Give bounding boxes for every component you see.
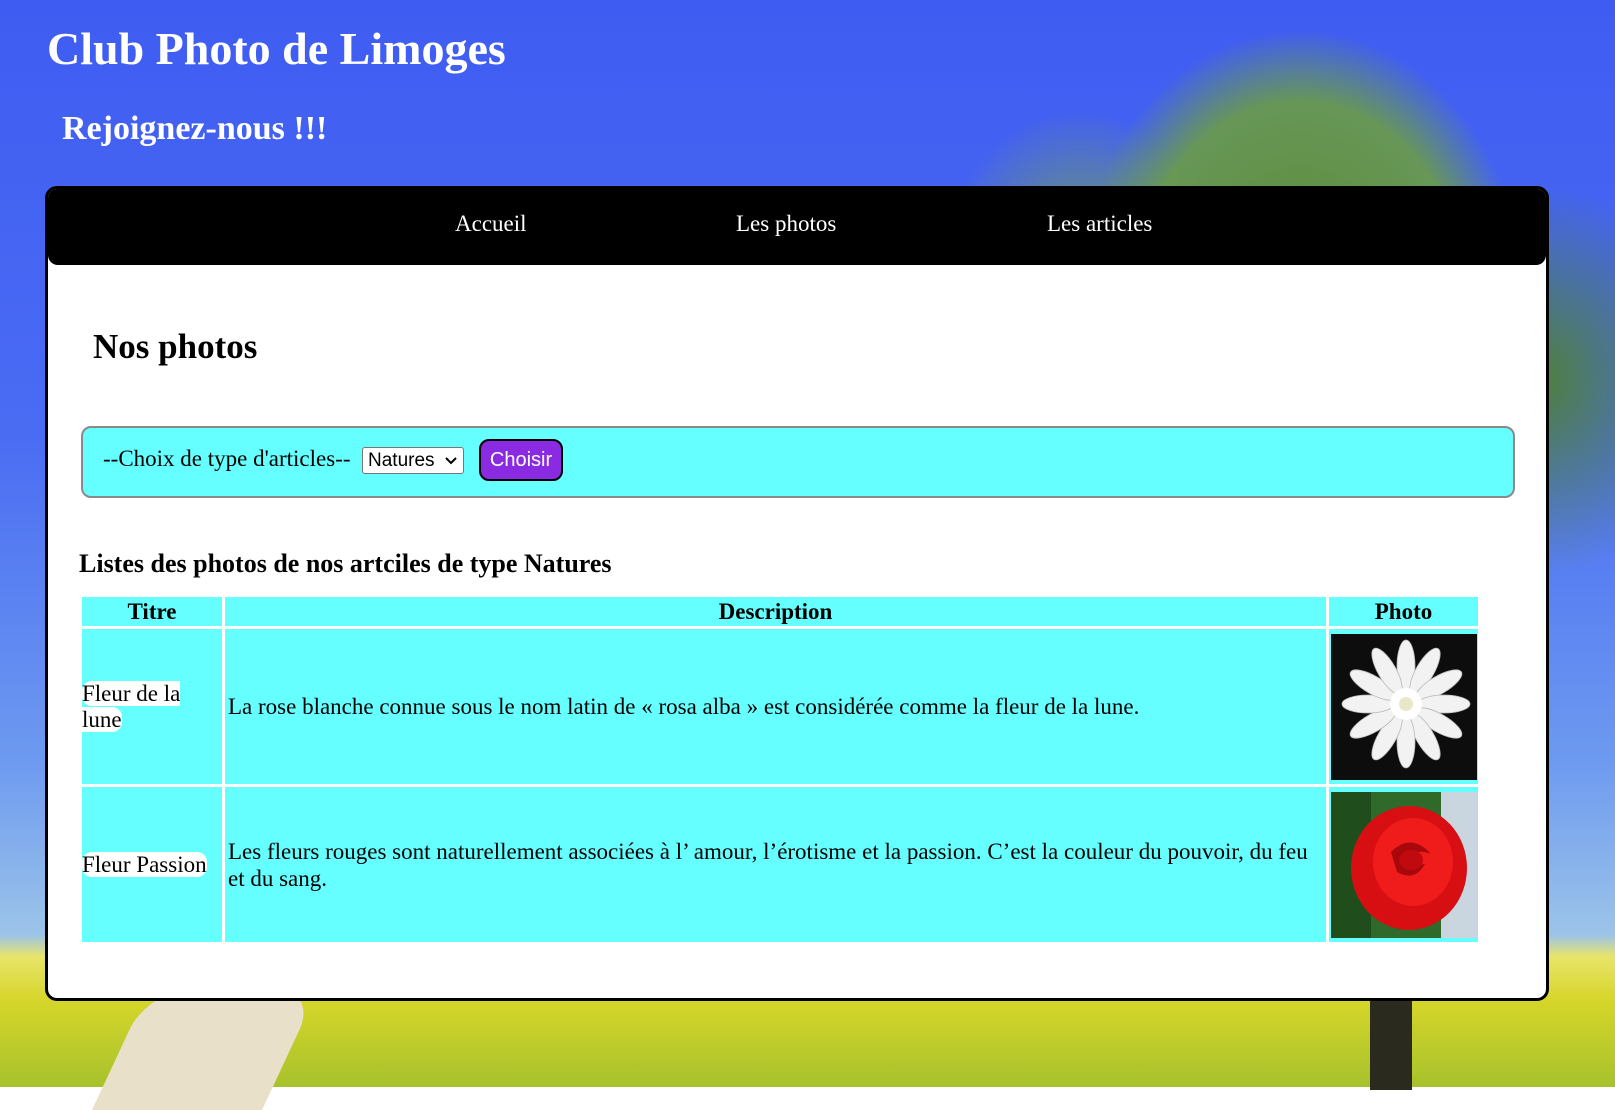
column-header-description: Description: [225, 597, 1326, 626]
row-title-cell: Fleur de la lune: [82, 629, 222, 784]
site-subtitle: Rejoignez-nous !!!: [62, 110, 328, 147]
main-panel: Accueil Les photos Les articles Nos phot…: [45, 186, 1549, 1001]
row-title: Fleur de la lune: [82, 680, 181, 732]
choose-button[interactable]: Choisir: [479, 439, 563, 481]
photos-table: Titre Description Photo Fleur de la lune…: [79, 594, 1481, 945]
row-description: La rose blanche connue sous le nom latin…: [225, 629, 1326, 784]
site-title: Club Photo de Limoges: [47, 23, 506, 74]
filter-label: --Choix de type d'articles--: [103, 446, 351, 471]
row-photo-cell: [1329, 629, 1478, 784]
type-select[interactable]: Natures: [362, 447, 464, 474]
nav-accueil[interactable]: Accueil: [455, 211, 527, 237]
nav-les-articles[interactable]: Les articles: [1047, 211, 1152, 237]
table-header-row: Titre Description Photo: [82, 597, 1478, 626]
page-title: Nos photos: [93, 327, 258, 366]
list-heading: Listes des photos de nos artciles de typ…: [79, 549, 612, 578]
nav-les-photos[interactable]: Les photos: [736, 211, 836, 237]
red-rose-photo: [1331, 791, 1477, 938]
row-description: Les fleurs rouges sont naturellement ass…: [225, 787, 1326, 942]
type-select-value: Natures: [368, 450, 435, 471]
row-title-cell: Fleur Passion: [82, 787, 222, 942]
row-photo-cell: [1329, 787, 1478, 942]
chevron-down-icon: [444, 448, 458, 481]
row-title: Fleur Passion: [82, 851, 207, 877]
filter-form: --Choix de type d'articles-- Natures Cho…: [81, 426, 1515, 498]
column-header-photo: Photo: [1329, 597, 1478, 626]
column-header-titre: Titre: [82, 597, 222, 626]
white-flower-photo: [1331, 633, 1477, 780]
table-row: Fleur Passion Les fleurs rouges sont nat…: [82, 787, 1478, 942]
navbar: Accueil Les photos Les articles: [48, 189, 1546, 265]
table-row: Fleur de la lune La rose blanche connue …: [82, 629, 1478, 784]
